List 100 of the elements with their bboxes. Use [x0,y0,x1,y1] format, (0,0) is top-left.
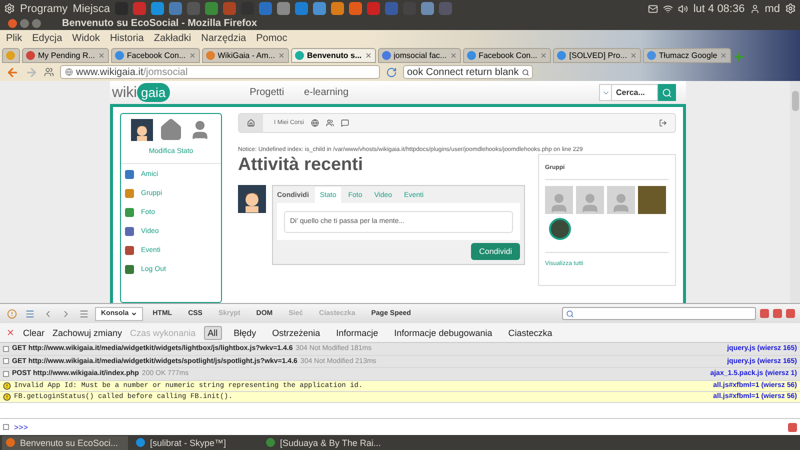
close-tab-icon[interactable] [364,52,372,59]
app-launcher-icon[interactable] [150,2,164,15]
minimize-button[interactable] [20,19,29,28]
settings-icon[interactable] [785,3,796,14]
app-launcher-icon[interactable] [366,2,380,15]
messages-icon[interactable] [341,119,350,127]
close-tab-icon[interactable] [720,52,728,59]
command-prompt[interactable]: >>> [14,422,28,432]
group-placeholder-icon[interactable] [607,186,635,214]
app-launcher-icon[interactable] [348,2,362,15]
app-launcher-icon[interactable] [438,2,452,15]
taskbar-item[interactable]: [Suduaya & By The Rai... [262,436,388,450]
browser-tab[interactable]: jomsocial fac... [378,48,461,63]
app-launcher-icon[interactable] [312,2,326,15]
filter-tab[interactable]: Informacje [332,326,382,340]
share-button[interactable]: Condividi [471,242,520,260]
home-icon[interactable] [159,118,183,142]
console-action[interactable]: Clear [23,328,45,338]
app-launcher-icon[interactable] [186,2,200,15]
close-button[interactable] [786,309,795,318]
wifi-icon[interactable] [663,4,674,14]
user-name[interactable]: md [764,2,780,14]
close-button[interactable] [788,422,797,432]
app-launcher-icon[interactable] [294,2,308,15]
new-tab-icon[interactable] [733,51,746,63]
clear-icon[interactable] [6,328,15,337]
browser-tab[interactable]: [SOLVED] Pro... [553,48,641,63]
close-tab-icon[interactable] [188,52,196,59]
browser-tab[interactable]: My Pending R... [22,48,109,63]
filter-tab[interactable]: Ciasteczka [504,326,556,340]
filter-tab[interactable]: Informacje debugowania [390,326,496,340]
search-field[interactable]: ook Connect return blank [403,65,533,79]
app-launcher-icon[interactable] [132,2,146,15]
app-launcher-icon[interactable] [420,2,434,15]
menu-item[interactable]: Edycja [32,32,62,44]
app-launcher-icon[interactable] [222,2,236,15]
back-icon[interactable] [6,66,19,78]
browser-tab[interactable]: Benvenuto s... [290,48,376,63]
detach-button[interactable] [773,309,782,318]
taskbar-item[interactable]: Benvenuto su EcoSoci... [2,436,128,450]
filter-tab[interactable]: All [204,326,222,340]
browser-tab[interactable]: WikiGaia - Am... [202,48,289,63]
browser-tab[interactable]: Tłumacz Google [642,48,732,63]
users-icon[interactable] [326,119,334,127]
menu-item[interactable]: Widok [72,32,100,44]
scrollbar[interactable] [790,81,800,303]
avatar-icon[interactable] [131,119,153,141]
filter-tab[interactable]: Błędy [230,326,260,340]
nav-link[interactable]: e-learning [304,87,349,98]
clock[interactable]: lut 4 08:36 [693,2,745,14]
menu-item[interactable]: Zakładki [154,32,192,44]
app-launcher-icon[interactable] [258,2,272,15]
site-search-field[interactable]: Cerca... [612,84,658,101]
search-icon[interactable] [522,68,529,76]
menu-item[interactable]: Narzędzia [201,32,246,44]
app-icon [6,438,15,447]
caret-icon [130,310,137,316]
pinned-tab[interactable] [2,48,20,63]
mail-icon[interactable] [648,4,658,14]
menu-item[interactable]: Plik [6,32,22,44]
close-tab-icon[interactable] [540,52,548,59]
search-button[interactable] [658,84,676,101]
app-launcher-icon[interactable] [168,2,182,15]
group-placeholder-icon[interactable] [576,186,604,214]
home-button[interactable] [239,114,263,132]
url-field[interactable]: www.wikigaia.it/jomsocial [60,65,380,79]
close-tab-icon[interactable] [630,52,637,59]
close-tab-icon[interactable] [278,52,285,59]
close-button[interactable] [8,19,17,28]
reload-icon[interactable] [386,66,397,78]
volume-icon[interactable] [678,4,688,14]
globe-icon[interactable] [311,119,320,127]
close-tab-icon[interactable] [450,52,457,59]
close-tab-icon[interactable] [98,52,105,59]
panel-menu[interactable]: Programy [20,2,68,14]
filter-tab[interactable]: Ostrzeżenia [268,326,324,340]
dropdown-caret[interactable] [599,84,612,101]
favicon-icon [114,51,124,60]
favicon-icon [26,51,35,60]
app-launcher-icon[interactable] [276,2,290,15]
maximize-button[interactable] [32,19,41,28]
nav-link[interactable]: Progetti [250,87,284,98]
app-launcher-icon[interactable] [384,2,398,15]
menu-item[interactable]: Pomoc [256,32,288,44]
app-launcher-icon[interactable] [204,2,218,15]
globe-icon [65,68,73,76]
browser-tab[interactable]: Facebook Con... [462,48,552,63]
firebug-search-field[interactable] [562,307,756,320]
command-toggle-icon[interactable] [3,424,9,430]
taskbar-item[interactable]: [sulibrat - Skype™] [132,436,258,450]
group-avatar[interactable] [549,218,571,240]
logout-icon[interactable] [659,119,667,127]
identity-icon[interactable] [44,67,54,77]
minimize-button[interactable] [760,309,769,318]
forward-icon[interactable] [25,66,38,78]
browser-tab[interactable]: Facebook Con... [110,48,200,63]
menu-item[interactable]: Historia [110,32,144,44]
app-launcher-icon[interactable] [330,2,344,15]
console-action[interactable]: Zachowuj zmiany [52,328,122,338]
panel-menu[interactable]: Miejsca [72,2,110,14]
